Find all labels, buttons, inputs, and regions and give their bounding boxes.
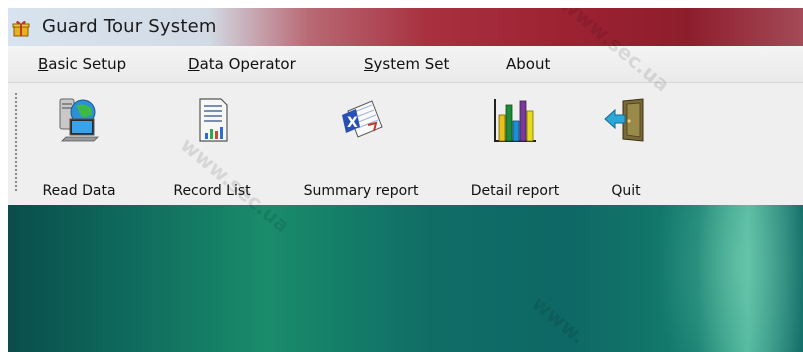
menu-basic-setup[interactable]: Basic Setup (38, 55, 126, 73)
read-data-button[interactable]: Read Data (34, 97, 124, 199)
quit-button[interactable]: Quit (596, 97, 656, 199)
bar-chart-icon (494, 99, 536, 142)
gift-icon[interactable] (12, 19, 30, 37)
computer-globe-icon (59, 98, 99, 142)
window-title: Guard Tour System (42, 16, 217, 37)
excel-sheet-icon: X (342, 100, 383, 138)
menu-label: asic Setup (48, 55, 127, 73)
summary-report-label: Summary report (303, 183, 419, 199)
svg-text:X: X (347, 115, 358, 131)
menu-system-set[interactable]: System Set (364, 55, 449, 73)
toolbar-grip[interactable] (15, 93, 17, 193)
menu-label: ata Operator (199, 55, 296, 73)
toolbar: Read Data Record List X Summary report D… (8, 83, 803, 205)
title-bar[interactable]: Guard Tour System (8, 8, 803, 46)
read-data-label: Read Data (42, 183, 116, 199)
exit-door-icon (604, 98, 644, 142)
menu-data-operator[interactable]: Data Operator (188, 55, 296, 73)
menu-accel: D (188, 55, 200, 73)
detail-report-label: Detail report (470, 183, 560, 199)
detail-report-button[interactable]: Detail report (454, 97, 576, 199)
desktop-background (8, 205, 803, 352)
menu-accel: S (364, 55, 374, 73)
summary-report-button[interactable]: X Summary report (288, 97, 434, 199)
app-window: Guard Tour System Basic Setup Data Opera… (8, 8, 803, 352)
menu-bar: Basic Setup Data Operator System Set Abo… (8, 46, 803, 83)
menu-label: About (506, 55, 551, 73)
menu-accel: B (38, 55, 49, 73)
menu-label: ystem Set (373, 55, 450, 73)
menu-about[interactable]: About (506, 55, 550, 73)
quit-label: Quit (611, 183, 641, 199)
